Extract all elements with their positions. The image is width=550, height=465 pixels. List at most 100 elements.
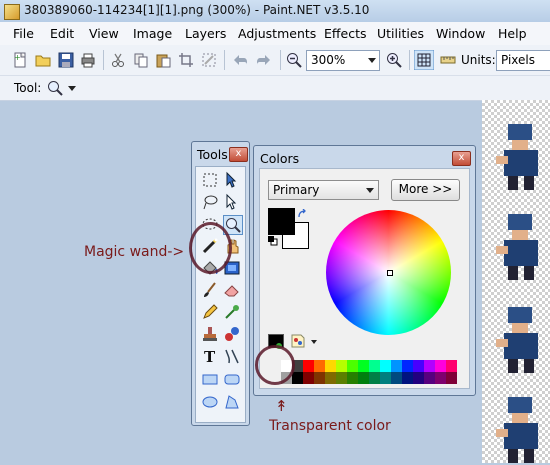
menu-view[interactable]: View xyxy=(89,26,119,41)
zoom-out-icon[interactable] xyxy=(286,52,302,68)
line-curve-icon[interactable] xyxy=(223,347,241,365)
palette-swatch[interactable] xyxy=(402,372,413,384)
transparent-color-annotation: Transparent color xyxy=(269,418,391,434)
undo-icon[interactable] xyxy=(232,52,248,68)
palette-swatch[interactable] xyxy=(413,372,424,384)
zoom-tool-icon[interactable] xyxy=(47,80,63,96)
menu-help[interactable]: Help xyxy=(498,26,527,41)
magic-wand-annotation: Magic wand-> xyxy=(84,244,185,260)
deselect-icon[interactable] xyxy=(201,52,217,68)
new-file-icon[interactable]: + xyxy=(12,52,28,68)
palette-swatch[interactable] xyxy=(314,372,325,384)
menu-effects[interactable]: Effects xyxy=(324,26,367,41)
sprite-figure xyxy=(496,214,538,280)
print-icon[interactable] xyxy=(80,52,96,68)
palette-swatch[interactable] xyxy=(292,372,303,384)
title-bar: 380389060-114234[1][1].png (300%) - Pain… xyxy=(0,0,550,23)
text-tool-icon[interactable]: T xyxy=(201,347,219,365)
svg-text:T: T xyxy=(204,348,216,365)
palette-swatch[interactable] xyxy=(358,372,369,384)
chevron-down-icon xyxy=(368,58,376,63)
palette-swatch[interactable] xyxy=(402,360,413,372)
crop-icon[interactable] xyxy=(178,52,194,68)
menu-window[interactable]: Window xyxy=(436,26,485,41)
units-combobox[interactable]: Pixels xyxy=(496,50,550,71)
lasso-select-icon[interactable] xyxy=(201,193,219,211)
zoom-in-icon[interactable] xyxy=(386,52,402,68)
move-selected-pixels-icon[interactable] xyxy=(223,171,241,189)
palette-swatch[interactable] xyxy=(336,372,347,384)
cut-icon[interactable] xyxy=(110,52,126,68)
palette-swatch[interactable] xyxy=(369,360,380,372)
swap-colors-icon[interactable] xyxy=(297,209,307,219)
more-button[interactable]: More >> xyxy=(391,179,460,201)
sprite-figure xyxy=(496,397,538,463)
palette-swatch[interactable] xyxy=(347,372,358,384)
menu-edit[interactable]: Edit xyxy=(50,26,74,41)
units-label: Units: xyxy=(461,53,496,67)
palette-swatch[interactable] xyxy=(314,360,325,372)
palette-swatch[interactable] xyxy=(347,360,358,372)
palette-swatch[interactable] xyxy=(325,372,336,384)
colors-window-title: Colors xyxy=(260,151,300,166)
grid-toggle-icon[interactable] xyxy=(414,50,434,70)
colors-close-button[interactable]: x xyxy=(452,151,471,166)
palette-swatch[interactable] xyxy=(424,372,435,384)
image-canvas[interactable] xyxy=(482,100,550,463)
palette-swatch[interactable] xyxy=(380,372,391,384)
copy-icon[interactable] xyxy=(133,52,149,68)
palette-swatch[interactable] xyxy=(336,360,347,372)
eraser-icon[interactable] xyxy=(223,281,241,299)
tools-window[interactable]: Tools x T xyxy=(191,141,250,426)
palette-swatch[interactable] xyxy=(303,372,314,384)
ellipse-shape-icon[interactable] xyxy=(201,393,219,411)
open-folder-icon[interactable] xyxy=(35,52,51,68)
palette-swatch[interactable] xyxy=(369,372,380,384)
palette-swatch[interactable] xyxy=(380,360,391,372)
chevron-down-icon[interactable] xyxy=(68,86,76,91)
palette-swatch[interactable] xyxy=(446,372,457,384)
svg-text:+: + xyxy=(14,53,21,62)
clone-stamp-icon[interactable] xyxy=(201,325,219,343)
color-picker-icon[interactable] xyxy=(223,303,241,321)
palette-swatch[interactable] xyxy=(435,360,446,372)
palette-swatch[interactable] xyxy=(358,360,369,372)
color-wheel-cursor[interactable] xyxy=(387,270,393,276)
chevron-down-icon[interactable] xyxy=(311,340,317,344)
save-icon[interactable] xyxy=(58,52,74,68)
palette-swatch[interactable] xyxy=(424,360,435,372)
menu-image[interactable]: Image xyxy=(133,26,172,41)
app-icon xyxy=(4,4,20,20)
rectangle-shape-icon[interactable] xyxy=(201,370,219,388)
freeform-shape-icon[interactable] xyxy=(223,393,241,411)
pencil-icon[interactable] xyxy=(201,303,219,321)
primary-color-swatch[interactable] xyxy=(268,208,295,235)
color-mode-dropdown[interactable]: Primary xyxy=(268,180,379,200)
palette-swatch[interactable] xyxy=(391,372,402,384)
recolor-icon[interactable] xyxy=(223,325,241,343)
color-palette[interactable] xyxy=(281,360,460,384)
palette-swatch[interactable] xyxy=(325,360,336,372)
move-selection-icon[interactable] xyxy=(223,193,241,211)
rounded-rectangle-icon[interactable] xyxy=(223,370,241,388)
paintbrush-icon[interactable] xyxy=(201,281,219,299)
paste-icon[interactable] xyxy=(155,52,171,68)
palette-swatch[interactable] xyxy=(391,360,402,372)
palette-swatch[interactable] xyxy=(413,360,424,372)
sprite-figure xyxy=(496,307,538,373)
menu-file[interactable]: File xyxy=(13,26,34,41)
menu-utilities[interactable]: Utilities xyxy=(377,26,424,41)
tool-options-bar: Tool: xyxy=(0,76,550,101)
rectangle-select-icon[interactable] xyxy=(201,171,219,189)
reset-colors-icon[interactable] xyxy=(268,236,278,246)
palette-swatch[interactable] xyxy=(303,360,314,372)
palette-swatch[interactable] xyxy=(435,372,446,384)
menu-adjustments[interactable]: Adjustments xyxy=(238,26,316,41)
tools-close-button[interactable]: x xyxy=(229,147,248,162)
palette-swatch[interactable] xyxy=(446,360,457,372)
zoom-combobox[interactable]: 300% xyxy=(306,50,380,71)
ruler-icon[interactable] xyxy=(440,52,456,68)
menu-layers[interactable]: Layers xyxy=(185,26,226,41)
redo-icon[interactable] xyxy=(256,52,272,68)
palette-icon[interactable] xyxy=(290,333,306,349)
